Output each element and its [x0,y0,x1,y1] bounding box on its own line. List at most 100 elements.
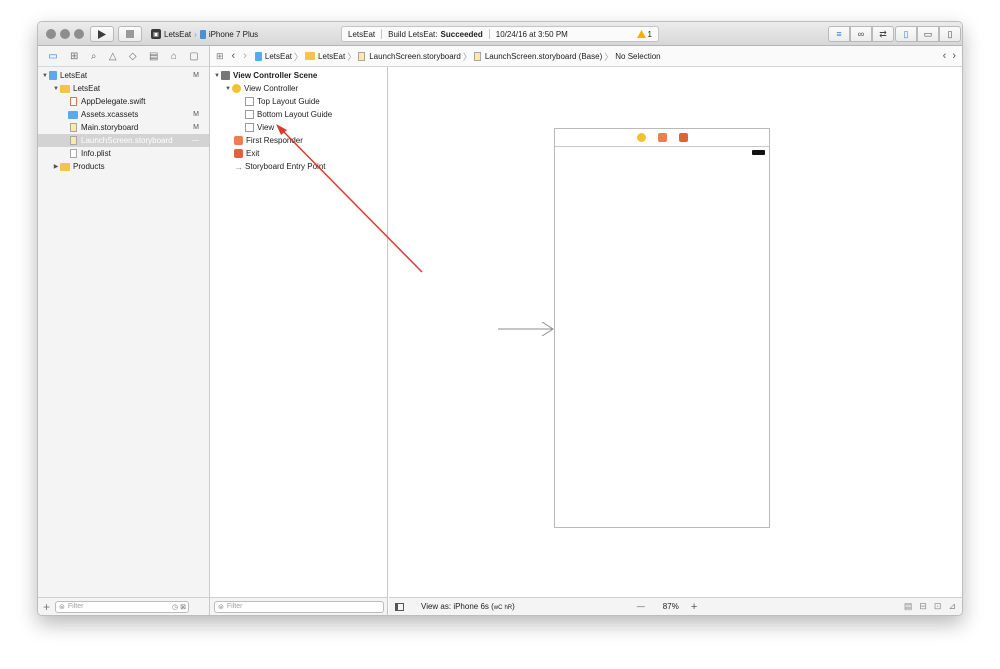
tree-item-main-storyboard[interactable]: Main.storyboard M [38,121,209,134]
tree-item-label: LetsEat [73,84,101,93]
issue-navigator-tab[interactable]: △ [109,51,117,62]
height-class: hR [504,605,513,611]
view-controller-dock-icon[interactable] [636,133,646,142]
zoom-level: 87% [662,602,679,611]
next-issue-button[interactable]: › [952,50,956,62]
app-target-icon: ▣ [151,29,161,39]
add-file-button[interactable]: + [43,600,50,614]
chevron-right-icon: › [194,29,197,39]
breadcrumb-label: No Selection [615,51,661,61]
version-editor-button[interactable]: ⇄ [872,26,894,42]
view-as-control[interactable]: View as: iPhone 6s (wC hR) [421,602,515,611]
left-panel-icon: ▯ [903,28,909,39]
bottom-panel-icon: ▭ [923,28,933,39]
breadcrumb-label: LetsEat [318,51,346,61]
breakpoint-navigator-tab[interactable]: ⌂ [171,51,177,62]
breadcrumb-project[interactable]: LetsEat [254,51,293,61]
toggle-utilities-button[interactable]: ▯ [939,26,961,42]
find-navigator-tab[interactable]: ⌕ [91,51,97,62]
test-navigator-tab[interactable]: ◇ [129,51,137,62]
tree-item-project[interactable]: ▼ LetsEat M [38,69,209,82]
view-controller-icon [232,84,241,93]
tree-item-group[interactable]: ▼ LetsEat [38,82,209,95]
outline-item-top-layout-guide[interactable]: Top Layout Guide [210,95,387,108]
warning-indicator[interactable]: 1 [636,30,652,39]
outline-item-label: Exit [246,149,260,158]
filter-icon: ⊜ [59,603,65,611]
tree-item-products[interactable]: ▶ Products [38,160,209,173]
arrow-right-icon: → [234,161,243,172]
filter-icon: ⊜ [218,603,224,611]
first-responder-dock-icon[interactable] [657,133,667,142]
debug-navigator-tab[interactable]: ▤ [149,51,158,62]
symbol-navigator-tab[interactable]: ⊞ [70,51,78,62]
scm-badge: M [193,72,199,79]
align-icon[interactable]: ⊟ [919,601,927,612]
toggle-outline-icon[interactable] [395,602,404,611]
pin-icon[interactable]: ⊡ [934,601,942,612]
tree-item-infoplist[interactable]: Info.plist [38,147,209,160]
back-button[interactable]: ‹ [232,50,236,62]
toggle-debug-area-button[interactable]: ▭ [917,26,939,42]
navigator-tabs: ▭ ⊞ ⌕ △ ◇ ▤ ⌂ ▢ [38,46,209,67]
previous-issue-button[interactable]: ‹ [943,50,947,62]
outline-item-scene[interactable]: ▼ View Controller Scene [210,69,387,82]
scheme-selector[interactable]: ▣ LetsEat › iPhone 7 Plus [151,27,258,41]
project-navigator-tab[interactable]: ▭ [48,51,57,62]
project-icon [254,51,262,61]
breadcrumb-base[interactable]: LaunchScreen.storyboard (Base) [473,51,603,61]
link-circles-icon: ∞ [857,29,865,39]
tree-item-assets[interactable]: Assets.xcassets M [38,108,209,121]
editor-mode-group: ≡ ∞ ⇄ [828,26,894,42]
tree-item-launchscreen[interactable]: LaunchScreen.storyboard — [38,134,209,147]
arrows-icon: ⇄ [879,28,887,39]
standard-editor-button[interactable]: ≡ [828,26,850,42]
outline-item-view-controller[interactable]: ▼ View Controller [210,82,387,95]
recent-files-icon[interactable]: ◷ [172,603,178,611]
first-responder-icon [234,136,243,145]
play-icon [98,29,106,39]
forward-button[interactable]: › [243,50,247,62]
breadcrumb-label: LaunchScreen.storyboard (Base) [484,51,603,61]
scm-filter-icon[interactable]: ⊠ [180,603,186,611]
outline-item-bottom-layout-guide[interactable]: Bottom Layout Guide [210,108,387,121]
zoom-window-button[interactable] [74,29,84,39]
outline-filter-field[interactable]: ⊜ Filter [214,600,384,613]
activity-viewer: LetsEat Build LetsEat: Succeeded 10/24/1… [341,26,659,42]
xcode-window: ▣ LetsEat › iPhone 7 Plus LetsEat Build … [37,21,963,616]
assistant-editor-button[interactable]: ∞ [850,26,872,42]
breadcrumb-label: LetsEat [264,51,293,61]
breadcrumb-group[interactable]: LetsEat [305,52,345,61]
exit-icon [234,149,243,158]
tree-item-label: LetsEat [60,71,88,80]
report-navigator-tab[interactable]: ▢ [189,51,198,62]
activity-project: LetsEat [348,29,376,39]
zoom-in-button[interactable]: + [691,601,697,613]
toggle-navigator-button[interactable]: ▯ [895,26,917,42]
tree-item-appdelegate[interactable]: AppDelegate.swift [38,95,209,108]
close-window-button[interactable] [46,29,56,39]
view-controller-scene[interactable] [554,128,770,528]
navigator-filter-field[interactable]: ⊜ Filter ◷ ⊠ [55,600,190,613]
tree-item-label: Products [73,162,105,171]
folder-icon [60,84,70,93]
chevron-right-icon: 〉 [294,51,304,62]
run-button[interactable] [90,26,114,42]
stop-button[interactable] [118,26,142,42]
resolve-issues-icon[interactable]: ⊿ [948,601,956,612]
view-as-suffix: ) [512,602,515,611]
minimize-window-button[interactable] [60,29,70,39]
file-tree: ▼ LetsEat M ▼ LetsEat AppDelegate.swift … [38,67,209,173]
exit-dock-icon[interactable] [678,133,688,142]
zoom-out-button[interactable]: — [637,602,645,611]
view-as-label: View as: iPhone 6s ( [421,602,494,611]
tree-item-label: AppDelegate.swift [81,97,146,106]
breadcrumb-file[interactable]: LaunchScreen.storyboard [358,51,461,61]
folder-icon [305,52,316,60]
breadcrumb-selection[interactable]: No Selection [615,52,660,61]
embed-stack-icon[interactable]: ▤ [904,601,913,612]
related-items-icon[interactable]: ⊞ [216,51,224,62]
entry-point-arrow-icon[interactable] [498,322,556,336]
swift-file-icon [70,97,77,106]
outline-item-label: Top Layout Guide [257,97,320,106]
